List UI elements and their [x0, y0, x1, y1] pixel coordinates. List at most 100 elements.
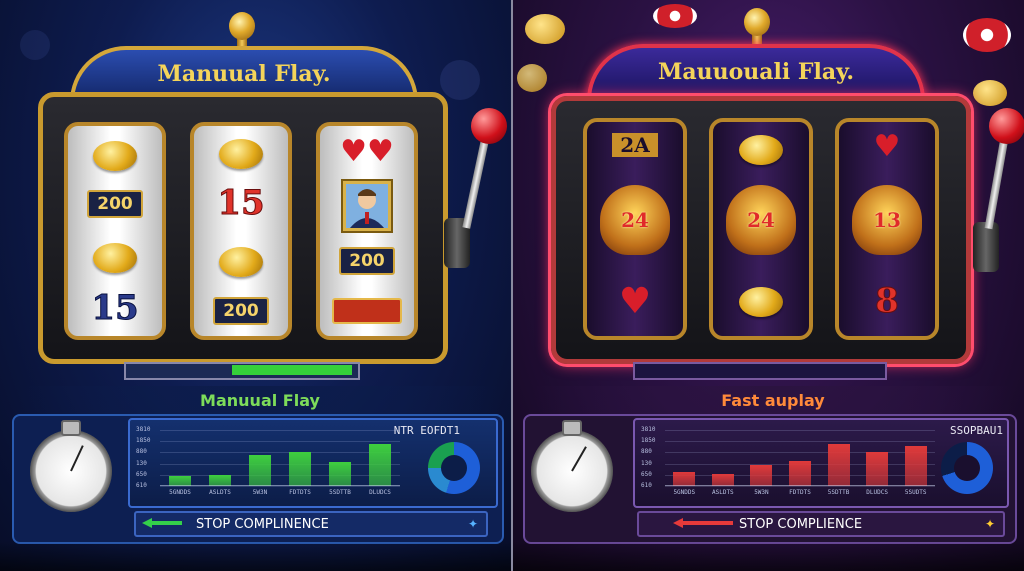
chart-bar — [329, 462, 351, 486]
chart-bar — [673, 472, 696, 486]
marquee-knob — [744, 8, 770, 36]
y-tick-label: 610 — [641, 482, 652, 489]
stopwatch-icon — [30, 430, 112, 512]
coin-slot — [633, 362, 887, 380]
reel-1: 2A 24 ♥ — [583, 118, 687, 340]
dragon-crest-icon: 24 — [600, 185, 670, 255]
marquee-title: Mauuouali Flay. — [587, 44, 925, 100]
x-tick-label: 5W3N — [252, 489, 268, 496]
reel-1: 200 15 — [64, 122, 166, 340]
chart-title: NTR EOFDT1 — [393, 424, 460, 437]
bar-chart: SSOPBAU1 3810 1850 880 130 650 610 5GNDDS ASLDT… — [633, 418, 1009, 508]
x-tick-label: DLUDCS — [866, 489, 888, 496]
x-tick-label: 5GNDDS — [673, 489, 696, 496]
reel-2: 24 — [709, 118, 813, 340]
reel-number: 200 — [87, 190, 143, 218]
sparkle-icon: ✦ — [467, 517, 478, 531]
x-axis — [160, 485, 400, 486]
chart-bar — [866, 452, 889, 486]
reel-number: 200 — [213, 297, 269, 325]
donut-chart — [428, 442, 480, 494]
heart-icon: ♥ — [618, 281, 652, 322]
chart-bar — [369, 444, 391, 486]
chart-bar — [904, 445, 927, 486]
arrow-left-icon — [673, 518, 733, 528]
reel-number: 8 — [875, 281, 900, 322]
y-tick-label: 650 — [641, 470, 652, 478]
gridline — [665, 430, 935, 431]
lever-base — [973, 222, 999, 272]
y-tick-label: 1850 — [136, 437, 151, 445]
reel-number: 15 — [217, 183, 265, 224]
mode-label: Fast auplay — [533, 386, 1013, 414]
lever-rod — [462, 134, 490, 229]
gold-coin — [973, 80, 1007, 106]
floor-shadow — [0, 541, 511, 571]
stopwatch-crown — [562, 420, 582, 436]
donut-chart — [941, 442, 993, 494]
y-tick-label: 880 — [641, 448, 652, 456]
gold-coin-icon — [93, 243, 137, 273]
chart-plot-area — [160, 430, 400, 487]
chart-bar — [750, 464, 773, 486]
poker-chip — [963, 18, 1011, 52]
gold-coin-icon — [739, 287, 783, 317]
reel-number: 2A — [612, 133, 658, 157]
reel-2: 15 200 — [190, 122, 292, 340]
stop-bar-label: STOP COMPLIENCE — [739, 516, 863, 532]
y-tick-label: 1850 — [641, 437, 656, 445]
x-tick-label: DLUDCS — [369, 489, 391, 496]
right-machine-panel: Mauuouali Flay. 2A 24 ♥ 24 ♥ 13 8 Fast a… — [513, 0, 1024, 571]
lever-rod — [984, 134, 1009, 230]
y-tick-label: 610 — [136, 482, 147, 489]
hearts-icon: ♥♥ — [340, 134, 394, 169]
lever-handle[interactable] — [989, 108, 1024, 144]
lever-handle[interactable] — [471, 108, 507, 144]
stop-compliance-bar[interactable]: STOP COMPLIENCE ✦ — [637, 511, 1005, 537]
stopwatch-icon — [531, 430, 613, 512]
x-tick-label: ASLDTS — [209, 489, 231, 496]
stopwatch-crown — [61, 420, 81, 436]
gridline — [665, 441, 935, 443]
reel-3: ♥ 13 8 — [835, 118, 939, 340]
gridline — [160, 463, 400, 465]
gold-coin-icon — [219, 247, 263, 277]
x-tick-label: 5W3N — [754, 489, 769, 496]
chart-plot-area — [665, 430, 935, 487]
y-tick-label: 880 — [136, 448, 147, 456]
mode-label: Manuual Flay — [20, 386, 500, 414]
chart-bar — [289, 452, 311, 486]
chart-bar — [249, 455, 271, 486]
stop-compliance-bar[interactable]: STOP COMPLINENCE ✦ — [134, 511, 488, 537]
gridline — [160, 474, 400, 476]
x-tick-label: 5SUDTS — [904, 489, 927, 496]
y-tick-label: 3810 — [641, 426, 656, 433]
x-tick-label: ASLDTS — [712, 489, 734, 496]
stopwatch-hand — [70, 445, 84, 472]
chart-title: SSOPBAU1 — [950, 424, 1003, 437]
y-tick-label: 3810 — [136, 426, 151, 433]
gridline — [160, 486, 400, 487]
y-tick-label: 130 — [136, 459, 147, 467]
chart-bar — [789, 460, 811, 486]
x-tick-label: 5SDTTB — [329, 489, 351, 496]
stopwatch-hand — [571, 446, 587, 472]
x-tick-label: 5GNDDS — [169, 489, 191, 496]
poker-chip — [653, 4, 697, 28]
sparkle-icon: ✦ — [984, 517, 995, 531]
banner-icon — [332, 298, 402, 324]
reel-number: 15 — [91, 288, 139, 329]
x-axis — [665, 485, 935, 486]
gold-coin-icon — [739, 135, 783, 165]
gridline — [160, 430, 400, 431]
heart-icon: ♥ — [873, 129, 901, 164]
reel-number: 200 — [339, 247, 395, 275]
gold-coin — [517, 64, 547, 92]
chart-bar — [827, 444, 850, 486]
gold-coin — [525, 14, 565, 44]
slot-indicator — [232, 365, 352, 375]
reel-3: ♥♥ 200 — [316, 122, 418, 340]
x-tick-label: FDTDTS — [289, 489, 311, 496]
x-tick-label: FDTDTS — [789, 489, 811, 496]
dragon-crest-icon: 13 — [852, 185, 922, 255]
